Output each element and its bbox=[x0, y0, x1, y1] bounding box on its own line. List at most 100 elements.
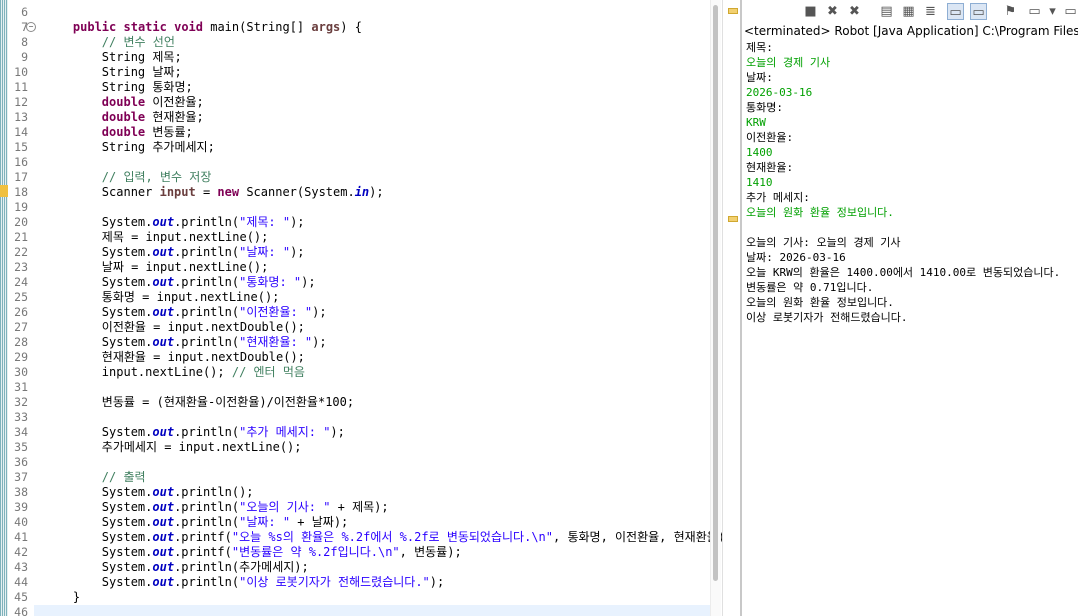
code-text: 통화명 = input.nextLine(); bbox=[44, 290, 280, 305]
token-fld: out bbox=[152, 215, 175, 229]
code-line[interactable]: 39 System.out.println("오늘의 기사: " + 제목); bbox=[10, 500, 710, 515]
pin-console-icon[interactable]: ⚑ bbox=[1002, 3, 1019, 20]
token: .println( bbox=[174, 500, 240, 514]
editor-lines[interactable]: 6 7− public static void main(String[] arg… bbox=[10, 5, 722, 616]
overview-warning-marker[interactable] bbox=[728, 216, 738, 222]
remove-launch-icon[interactable]: ✖ bbox=[824, 3, 841, 20]
editor-vertical-scrollbar[interactable] bbox=[710, 0, 721, 616]
code-line[interactable]: 32 변동률 = (현재환율-이전환율)/이전환율*100; bbox=[10, 395, 710, 410]
code-line[interactable]: 45 } bbox=[10, 590, 710, 605]
code-line[interactable]: 42 System.out.printf("변동률은 약 %.2f입니다.\n"… bbox=[10, 545, 710, 560]
token-kw: void bbox=[174, 20, 203, 34]
token: String 추가메세지; bbox=[44, 140, 215, 154]
code-line[interactable]: 9 String 제목; bbox=[10, 50, 710, 65]
console-view[interactable]: ■ ✖ ✖ ▤ ▦ ≣ ▭ ▭ ⚑ ▭ ▾ ▭ <terminated> Rob… bbox=[742, 0, 1078, 616]
code-text: // 출력 bbox=[44, 470, 146, 485]
token-st: "날짜: " bbox=[239, 515, 291, 529]
scroll-lock-icon[interactable]: ▦ bbox=[900, 3, 917, 20]
overview-annotation-marker[interactable] bbox=[728, 8, 738, 14]
code-line[interactable]: 24 System.out.println("통화명: "); bbox=[10, 275, 710, 290]
code-line[interactable]: 22 System.out.println("날짜: "); bbox=[10, 245, 710, 260]
show-on-stderr-icon[interactable]: ▭ bbox=[970, 3, 987, 20]
code-line[interactable]: 29 현재환율 = input.nextDouble(); bbox=[10, 350, 710, 365]
token: ); bbox=[312, 305, 327, 319]
token-fld: out bbox=[152, 305, 175, 319]
code-line[interactable]: 38 System.out.println(); bbox=[10, 485, 710, 500]
code-line[interactable]: 25 통화명 = input.nextLine(); bbox=[10, 290, 710, 305]
display-console-icon[interactable]: ▭ bbox=[1026, 3, 1043, 20]
console-input-line: KRW bbox=[746, 116, 766, 129]
terminate-icon[interactable]: ■ bbox=[802, 3, 819, 20]
code-line[interactable]: 23 날짜 = input.nextLine(); bbox=[10, 260, 710, 275]
code-line[interactable]: 13 double 현재환율; bbox=[10, 110, 710, 125]
token: = bbox=[195, 185, 218, 199]
code-line[interactable]: 41 System.out.printf("오늘 %s의 환율은 %.2f에서 … bbox=[10, 530, 722, 545]
token: System. bbox=[44, 530, 153, 544]
token: 통화명 = input.nextLine(); bbox=[44, 290, 280, 304]
line-number: 20 bbox=[14, 215, 28, 229]
show-on-stdout-icon[interactable]: ▭ bbox=[947, 3, 964, 20]
clear-console-icon[interactable]: ▤ bbox=[878, 3, 895, 20]
code-line[interactable]: 31 bbox=[10, 380, 710, 395]
code-line[interactable]: 40 System.out.println("날짜: " + 날짜); bbox=[10, 515, 710, 530]
code-line[interactable]: 7− public static void main(String[] args… bbox=[10, 20, 710, 35]
code-line[interactable]: 6 bbox=[10, 5, 710, 20]
open-console-icon[interactable]: ▭ bbox=[1062, 3, 1078, 20]
code-line[interactable]: 15 String 추가메세지; bbox=[10, 140, 710, 155]
warning-marker-icon[interactable] bbox=[0, 185, 8, 197]
token-kw: double bbox=[101, 125, 146, 139]
token: 현재환율; bbox=[145, 110, 204, 124]
code-line[interactable]: 26 System.out.println("이전환율: "); bbox=[10, 305, 710, 320]
code-text: double 변동률; bbox=[44, 125, 193, 140]
code-line[interactable]: 27 이전환율 = input.nextDouble(); bbox=[10, 320, 710, 335]
token: System. bbox=[44, 215, 153, 229]
code-line[interactable]: 36 bbox=[10, 455, 710, 470]
token: Scanner(System. bbox=[239, 185, 355, 199]
code-line[interactable]: 11 String 통화명; bbox=[10, 80, 710, 95]
code-line[interactable]: 17 // 입력, 변수 저장 bbox=[10, 170, 710, 185]
collapse-fold-icon[interactable]: − bbox=[26, 22, 36, 32]
code-line[interactable]: 30 input.nextLine(); // 엔터 먹음 bbox=[10, 365, 710, 380]
editor-scrollbar-thumb[interactable] bbox=[713, 5, 718, 581]
code-line[interactable]: 34 System.out.println("추가 메세지: "); bbox=[10, 425, 710, 440]
code-line[interactable]: 19 bbox=[10, 200, 710, 215]
code-text: 추가메세지 = input.nextLine(); bbox=[44, 440, 302, 455]
display-console-dropdown-icon[interactable]: ▾ bbox=[1044, 3, 1061, 20]
token-fld: out bbox=[152, 335, 175, 349]
remove-all-launches-icon[interactable]: ✖ bbox=[846, 3, 863, 20]
token: .println( bbox=[174, 245, 240, 259]
code-text: double 현재환율; bbox=[44, 110, 204, 125]
code-line[interactable]: 33 bbox=[10, 410, 710, 425]
line-number: 41 bbox=[14, 530, 28, 544]
code-line[interactable]: 35 추가메세지 = input.nextLine(); bbox=[10, 440, 710, 455]
code-text: // 변수 선언 bbox=[44, 35, 175, 50]
code-line[interactable]: 28 System.out.println("현재환율: "); bbox=[10, 335, 710, 350]
code-line[interactable]: 37 // 출력 bbox=[10, 470, 710, 485]
code-line[interactable]: 12 double 이전환율; bbox=[10, 95, 710, 110]
token: .println( bbox=[174, 425, 240, 439]
token-st: "변동률은 약 %.2f입니다.\n" bbox=[231, 545, 400, 559]
overview-ruler[interactable] bbox=[722, 0, 741, 616]
token-fld: out bbox=[152, 560, 175, 574]
code-editor[interactable]: 6 7− public static void main(String[] arg… bbox=[0, 0, 722, 616]
code-line[interactable]: 8 // 변수 선언 bbox=[10, 35, 710, 50]
line-number: 18 bbox=[14, 185, 28, 199]
code-line[interactable]: 21 제목 = input.nextLine(); bbox=[10, 230, 710, 245]
code-line[interactable]: 46 bbox=[14, 605, 710, 616]
token-kw: double bbox=[101, 110, 146, 124]
console-output-line: 추가 메세지: bbox=[746, 191, 810, 204]
console-input-line: 1410 bbox=[746, 176, 773, 189]
word-wrap-icon[interactable]: ≣ bbox=[922, 3, 939, 20]
code-line[interactable]: 16 bbox=[10, 155, 710, 170]
code-line[interactable]: 20 System.out.println("제목: "); bbox=[10, 215, 710, 230]
code-line[interactable]: 14 double 변동률; bbox=[10, 125, 710, 140]
token: input.nextLine(); bbox=[44, 365, 232, 379]
code-line[interactable]: 43 System.out.println(추가메세지); bbox=[10, 560, 710, 575]
console-output[interactable]: 제목: 오늘의 경제 기사 날짜: 2026-03-16 통화명: KRW 이전환율: 140… bbox=[746, 40, 1078, 325]
code-line[interactable]: 18 Scanner input = new Scanner(System.in… bbox=[10, 185, 710, 200]
code-line[interactable]: 44 System.out.println("이상 로봇기자가 전해드렸습니다.… bbox=[10, 575, 710, 590]
code-line[interactable]: 10 String 날짜; bbox=[10, 65, 710, 80]
